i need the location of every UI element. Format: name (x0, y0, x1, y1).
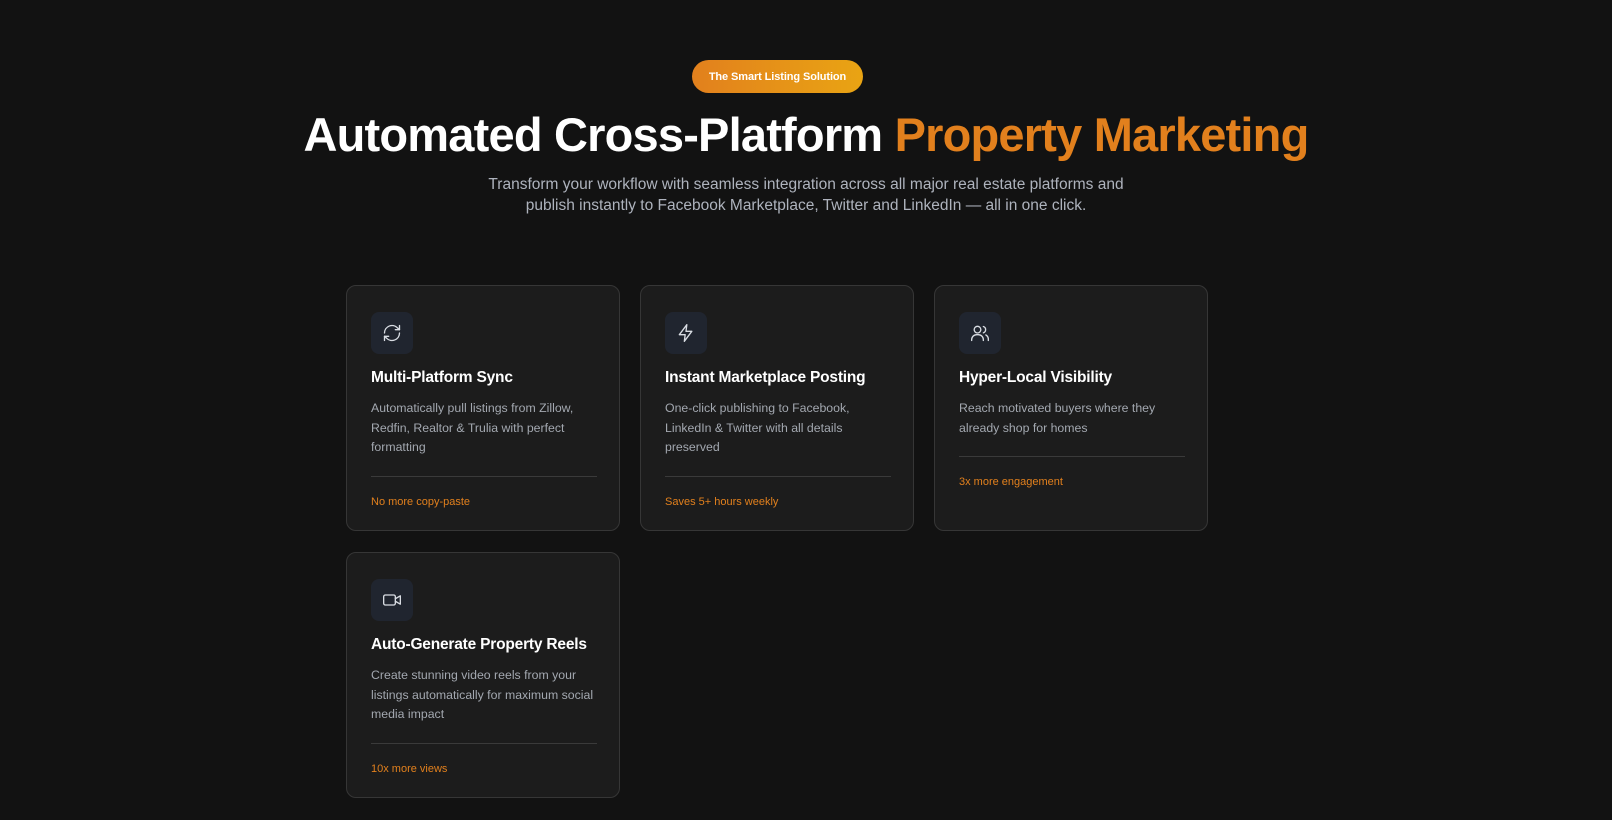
headline-main: Automated Cross-Platform (303, 108, 883, 161)
feature-card-instant-marketplace-posting: Instant Marketplace Posting One-click pu… (640, 285, 914, 531)
hero-headline: Automated Cross-Platform Property Market… (0, 105, 1612, 165)
feature-description: Create stunning video reels from your li… (371, 668, 594, 721)
headline-accent: Property Marketing (894, 108, 1310, 161)
feature-title: Hyper-Local Visibility (959, 369, 1112, 386)
feature-title: Instant Marketplace Posting (665, 369, 866, 386)
feature-card-hyper-local-visibility: Hyper-Local Visibility Reach motivated b… (934, 285, 1208, 531)
hero-subtitle: Transform your workflow with seamless in… (488, 176, 1124, 214)
feature-highlight: No more copy-paste (371, 496, 471, 508)
feature-title: Multi-Platform Sync (371, 369, 513, 386)
feature-card-auto-generate-property-reels: Auto-Generate Property Reels Create stun… (346, 552, 620, 798)
feature-description: Automatically pull listings from Zillow,… (371, 401, 574, 454)
feature-divider (371, 476, 597, 477)
users-icon (959, 312, 1001, 354)
feature-title: Auto-Generate Property Reels (371, 636, 587, 653)
hero-badge: The Smart Listing Solution (692, 60, 863, 93)
feature-divider (371, 743, 597, 744)
refresh-icon (371, 312, 413, 354)
feature-divider (959, 456, 1185, 457)
feature-highlight: 10x more views (371, 763, 448, 775)
page: The Smart Listing Solution Automated Cro… (0, 0, 1612, 820)
video-icon (371, 579, 413, 621)
feature-card-multi-platform-sync: Multi-Platform Sync Automatically pull l… (346, 285, 620, 531)
lightning-icon (665, 312, 707, 354)
feature-highlight: Saves 5+ hours weekly (665, 496, 779, 508)
feature-divider (665, 476, 891, 477)
feature-description: Reach motivated buyers where they alread… (959, 401, 1156, 435)
feature-highlight: 3x more engagement (959, 476, 1063, 488)
feature-description: One-click publishing to Facebook, Linked… (665, 401, 850, 454)
